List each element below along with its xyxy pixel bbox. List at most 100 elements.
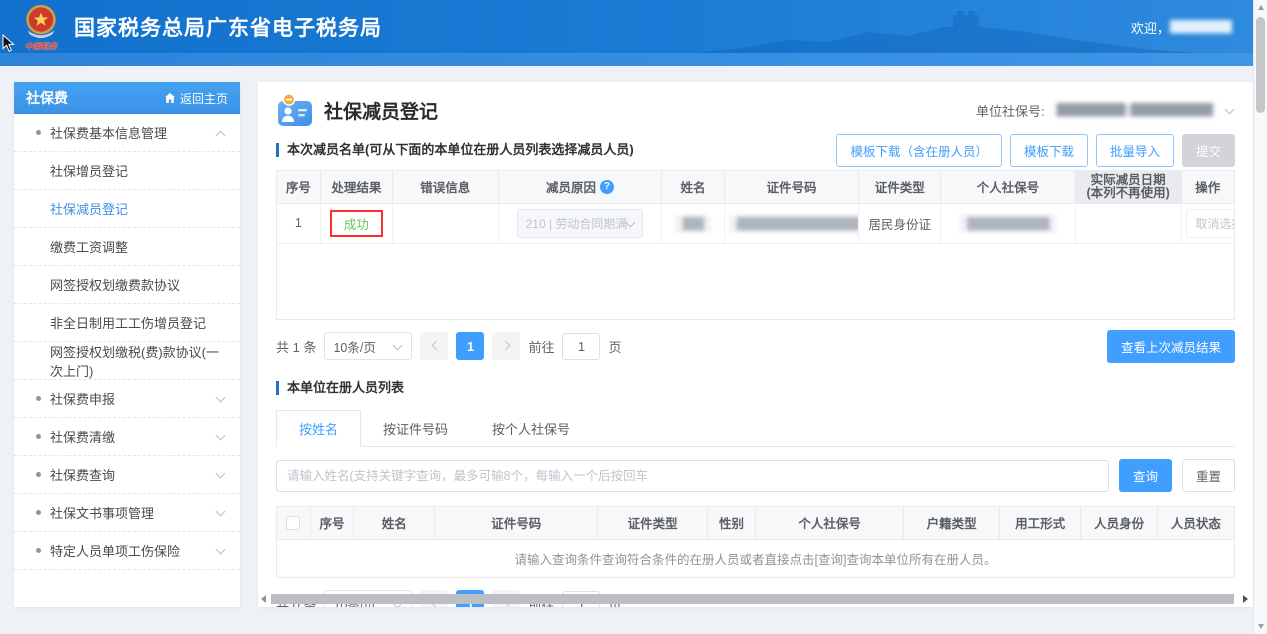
section2-header-row: 本单位在册人员列表 (276, 374, 1235, 402)
template-download-button[interactable]: 模板下载 (1009, 133, 1088, 167)
sidebar-group-basic-info[interactable]: 社保费基本信息管理 (14, 114, 240, 152)
help-icon[interactable]: ? (599, 179, 614, 194)
col-error: 错误信息 (392, 171, 499, 204)
next-page-button[interactable] (492, 332, 521, 360)
scroll-left-arrow-icon[interactable] (261, 595, 266, 603)
cell-actual-date (1075, 203, 1182, 244)
page-title-row: 社保减员登记 单位社保号: ██████████ | ████████████ (276, 92, 1235, 128)
unit-ssn-select[interactable]: 单位社保号: ██████████ | ████████████ (976, 101, 1235, 120)
cell-result: 成功 (320, 203, 393, 244)
cell-seq: 1 (277, 203, 321, 244)
sidebar-item-add-registration[interactable]: 社保增员登记 (14, 152, 240, 190)
back-home-link[interactable]: 返回主页 (164, 90, 228, 107)
sidebar-group-document-mgmt[interactable]: 社保文书事项管理 (14, 494, 240, 532)
horizontal-scrollbar[interactable] (259, 593, 1252, 605)
page-title: 社保减员登记 (324, 101, 439, 123)
col-person-status: 人员状态 (1157, 507, 1234, 540)
col-gender: 性别 (707, 507, 756, 540)
screen: 中国税务 国家税务总局广东省电子税务局 欢迎， █████████ 社保费 返回… (0, 0, 1267, 634)
cell-id-type: 居民身份证 (858, 203, 942, 244)
cell-personal-ssn: ████████████ (940, 203, 1076, 244)
bullet-icon (36, 510, 41, 515)
sidebar-title: 社保费 (26, 90, 68, 106)
col-reason: 减员原因 ? (498, 171, 663, 204)
sidebar-group-query[interactable]: 社保费查询 (14, 456, 240, 494)
section2-title: 本单位在册人员列表 (276, 381, 404, 395)
submit-button[interactable]: 提交 (1181, 133, 1235, 167)
select-all-checkbox[interactable] (286, 516, 301, 531)
chevron-down-icon (217, 432, 226, 441)
tab-by-id-number[interactable]: 按证件号码 (361, 410, 470, 446)
bullet-icon (36, 472, 41, 477)
template-download-with-staff-button[interactable]: 模板下载（含在册人员） (836, 133, 1002, 167)
col-name: 姓名 (661, 171, 725, 204)
col-id-type: 证件类型 (597, 507, 709, 540)
sidebar-item-online-tax-fee-agreement[interactable]: 网签授权划缴税(费)款协议(一次上门) (14, 342, 240, 380)
sidebar-header: 社保费 返回主页 (14, 82, 240, 114)
page-size-select[interactable]: 10条/页 (324, 332, 413, 360)
vertical-scrollbar-thumb[interactable] (1256, 17, 1265, 113)
col-id-number: 证件号码 (434, 507, 599, 540)
chevron-left-icon (430, 342, 439, 351)
sidebar-item-parttime-injury-add[interactable]: 非全日制用工工伤增员登记 (14, 304, 240, 342)
col-household-type: 户籍类型 (903, 507, 1000, 540)
total-count: 共 1 条 (276, 339, 317, 355)
tab-by-personal-ssn[interactable]: 按个人社保号 (470, 410, 592, 446)
cell-name: ███ (661, 203, 725, 244)
vertical-scrollbar[interactable] (1253, 0, 1267, 634)
welcome-text: 欢迎， █████████ (1131, 18, 1232, 37)
sidebar-item-wage-adjust[interactable]: 缴费工资调整 (14, 228, 240, 266)
section1-title: 本次减员名单(可从下面的本单位在册人员列表选择减员人员) (276, 143, 634, 157)
sidebar-group-settle[interactable]: 社保费清缴 (14, 418, 240, 456)
main-panel: 社保减员登记 单位社保号: ██████████ | ████████████ … (258, 82, 1253, 607)
search-tabs: 按姓名 按证件号码 按个人社保号 (276, 410, 1235, 447)
app-header: 中国税务 国家税务总局广东省电子税务局 欢迎， █████████ (0, 0, 1253, 64)
col-employment-form: 用工形式 (999, 507, 1082, 540)
query-button[interactable]: 查询 (1118, 459, 1172, 492)
sidebar-group-declare[interactable]: 社保费申报 (14, 380, 240, 418)
goto-page-input[interactable] (562, 332, 601, 360)
header-secondary-bar (0, 53, 1253, 66)
current-page[interactable]: 1 (456, 332, 485, 360)
cancel-select-button[interactable]: 取消选择 (1185, 208, 1234, 238)
section1-header-row: 本次减员名单(可从下面的本单位在册人员列表选择减员人员) 模板下载（含在册人员）… (276, 133, 1235, 167)
sidebar-item-online-payment-agreement[interactable]: 网签授权划缴费款协议 (14, 266, 240, 304)
sidebar-item-reduce-registration[interactable]: 社保减员登记 (14, 190, 240, 228)
col-checkbox (277, 507, 311, 540)
sidebar-group-special-injury-insurance[interactable]: 特定人员单项工伤保险 (14, 532, 240, 570)
horizontal-scrollbar-thumb[interactable] (271, 594, 1234, 604)
back-home-label: 返回主页 (179, 91, 228, 106)
scroll-up-arrow-icon[interactable] (1258, 5, 1264, 10)
mouse-cursor-icon (2, 34, 15, 52)
national-tax-emblem-icon (26, 4, 56, 38)
empty-state-row: 请输入查询条件查询符合条件的在册人员或者直接点击[查询]查询本单位所有在册人员。 (277, 539, 1234, 577)
chevron-down-icon (1226, 106, 1235, 115)
view-last-result-button[interactable]: 查看上次减员结果 (1106, 329, 1235, 363)
search-input[interactable] (276, 459, 1109, 492)
chevron-down-icon (217, 470, 226, 479)
col-result: 处理结果 (320, 171, 393, 204)
reset-button[interactable]: 重置 (1181, 459, 1235, 492)
col-personal-ssn: 个人社保号 (940, 171, 1076, 204)
batch-import-button[interactable]: 批量导入 (1095, 133, 1174, 167)
unit-ssn-value-masked: ██████████ | ████████████ (1050, 101, 1218, 119)
col-personal-ssn: 个人社保号 (755, 507, 905, 540)
prev-page-button[interactable] (420, 332, 449, 360)
home-icon (164, 93, 175, 103)
tab-by-name[interactable]: 按姓名 (276, 410, 362, 447)
toolbar: 模板下载（含在册人员） 模板下载 批量导入 提交 (836, 133, 1235, 167)
cell-action: 取消选择 (1181, 203, 1234, 244)
unit-ssn-label: 单位社保号: (975, 103, 1045, 119)
logo-caption: 中国税务 (25, 41, 57, 51)
scroll-down-arrow-icon[interactable] (1258, 624, 1264, 629)
scroll-right-arrow-icon[interactable] (1243, 595, 1248, 603)
reason-select[interactable]: 210 | 劳动合同期满 (516, 208, 644, 238)
col-id-type: 证件类型 (858, 171, 942, 204)
chevron-down-icon (394, 342, 403, 351)
bullet-icon (36, 130, 41, 135)
col-id-number: 证件号码 (724, 171, 860, 204)
col-person-identity: 人员身份 (1080, 507, 1158, 540)
chevron-right-icon (502, 342, 511, 351)
empty-state-text: 请输入查询条件查询符合条件的在册人员或者直接点击[查询]查询本单位所有在册人员。 (277, 539, 1234, 577)
id-number-masked: ██████████████████ (728, 215, 858, 233)
